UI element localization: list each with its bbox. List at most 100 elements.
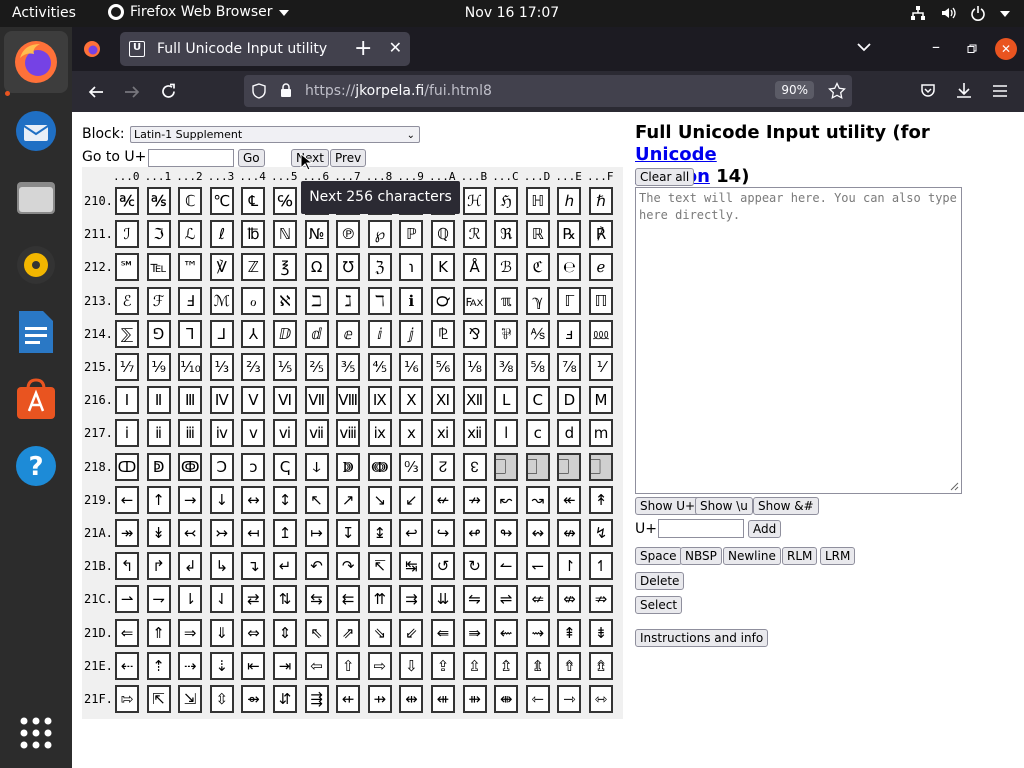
char-cell[interactable]: ⇵ [273, 685, 297, 713]
char-cell[interactable]: ℽ [525, 286, 550, 315]
char-cell[interactable]: ℂ [178, 187, 203, 215]
char-cell[interactable]: Ⅱ [146, 386, 171, 415]
char-cell[interactable]: ↪ [431, 519, 455, 547]
char-cell[interactable]: ↲ [178, 552, 203, 581]
char-cell[interactable]: ⅚ [431, 353, 455, 381]
char-cell[interactable]: Ⅿ [589, 386, 613, 415]
char-cell[interactable]: ⇁ [146, 585, 171, 614]
char-cell[interactable]: ↫ [462, 519, 487, 547]
char-cell[interactable]: ⇶ [304, 685, 329, 713]
char-cell[interactable]: ⅙ [399, 353, 424, 381]
go-button[interactable]: Go [238, 149, 265, 167]
char-cell[interactable]: ⇎ [557, 585, 582, 614]
char-cell[interactable]: Ⅵ [273, 386, 297, 415]
show-uplus-button[interactable]: Show U+ [635, 497, 701, 515]
char-cell[interactable]: ⅌ [494, 319, 519, 348]
char-cell[interactable]: ⇊ [431, 585, 455, 614]
char-cell[interactable]: ℔ [241, 220, 266, 249]
char-cell[interactable]: Ⅶ [304, 386, 329, 415]
char-cell[interactable]: Ⅎ [178, 286, 203, 315]
char-cell[interactable]: ⇕ [273, 618, 297, 647]
char-cell[interactable]: ↔ [241, 485, 266, 514]
char-cell[interactable]: ℁ [146, 187, 171, 215]
activities-button[interactable]: Activities [12, 5, 76, 21]
char-cell[interactable]: Ⅸ [367, 386, 392, 415]
char-cell[interactable]: ⇄ [241, 585, 266, 614]
instructions-button[interactable]: Instructions and info [635, 629, 769, 647]
char-cell[interactable]: ↼ [494, 552, 519, 581]
char-cell[interactable]: ⅻ [462, 419, 487, 448]
char-cell[interactable]: ⅷ [336, 419, 361, 448]
char-cell[interactable]: ⅉ [399, 319, 424, 348]
char-cell[interactable]: ⇴ [241, 685, 266, 713]
restore-icon[interactable] [967, 44, 977, 54]
char-cell[interactable]: ℡ [146, 253, 171, 282]
show-u-button[interactable]: Show \u [695, 497, 753, 515]
char-cell[interactable]: ⇍ [525, 585, 550, 614]
newline-button[interactable]: Newline [723, 547, 781, 565]
char-cell[interactable]: ↡ [146, 519, 171, 547]
char-cell[interactable]: ⇡ [146, 651, 171, 680]
char-cell[interactable]: ⇪ [431, 651, 455, 680]
dock-show-apps[interactable] [4, 702, 68, 764]
char-cell[interactable]: ℑ [146, 220, 171, 249]
char-cell[interactable]: Ⅷ [336, 386, 361, 415]
char-cell[interactable]: ⇟ [589, 618, 613, 647]
select-button[interactable]: Select [635, 596, 683, 614]
system-tray[interactable] [910, 5, 1010, 21]
pocket-icon[interactable] [920, 83, 936, 99]
delete-button[interactable]: Delete [635, 572, 685, 590]
chevron-down-icon[interactable] [857, 42, 871, 52]
char-cell[interactable]: ⇲ [178, 685, 203, 713]
char-cell[interactable]: ↢ [178, 519, 203, 547]
char-cell[interactable]: ↯ [589, 519, 613, 547]
char-cell[interactable]: ℴ [241, 286, 266, 315]
char-cell[interactable]: ⇗ [336, 618, 361, 647]
char-cell[interactable]: ⇿ [589, 685, 613, 713]
char-cell[interactable]: ℤ [241, 253, 266, 282]
hamburger-menu-icon[interactable] [992, 84, 1008, 98]
char-cell[interactable]: ℸ [367, 286, 392, 315]
char-cell[interactable]: ℱ [146, 286, 171, 315]
zoom-level-badge[interactable]: 90% [775, 81, 814, 99]
char-cell[interactable]: ⇉ [399, 585, 424, 614]
char-cell[interactable]: K [431, 253, 455, 282]
char-cell[interactable]: ⅎ [557, 319, 582, 348]
add-button[interactable]: Add [748, 520, 782, 538]
char-cell[interactable]: ↀ [115, 452, 139, 481]
dock-rhythmbox[interactable] [4, 234, 68, 296]
star-bookmark-icon[interactable] [828, 82, 846, 100]
back-icon[interactable] [88, 84, 104, 100]
lrm-button[interactable]: LRM [820, 547, 856, 565]
char-cell[interactable]: Ↄ [209, 452, 234, 481]
char-cell[interactable]: ℿ [589, 286, 613, 315]
char-cell[interactable]: ⇞ [557, 618, 582, 647]
char-cell[interactable]: ⇺ [431, 685, 455, 713]
show-amp-button[interactable]: Show &# [753, 497, 819, 515]
char-cell[interactable]: ⅀ [115, 319, 139, 348]
char-cell[interactable]: ⇑ [146, 618, 171, 647]
char-cell[interactable]: ℀ [115, 187, 139, 215]
close-icon[interactable]: ✕ [389, 38, 402, 57]
char-cell[interactable]: → [178, 485, 203, 514]
dock-thunderbird[interactable] [4, 100, 68, 162]
char-cell[interactable]: ↙ [399, 485, 424, 514]
char-cell[interactable]: ⅓ [209, 353, 234, 381]
char-cell[interactable]: ℓ [209, 220, 234, 249]
char-cell[interactable]: ℥ [273, 253, 297, 282]
char-cell[interactable]: ⇱ [146, 685, 171, 713]
char-cell[interactable]: ℞ [557, 220, 582, 249]
char-cell[interactable]: ← [115, 485, 139, 514]
char-cell[interactable]: ℙ [399, 220, 424, 249]
char-cell[interactable]: ↥ [273, 519, 297, 547]
char-cell[interactable]: ℨ [367, 253, 392, 282]
char-cell[interactable]: ℃ [209, 187, 234, 215]
char-cell[interactable]: ↈ [367, 452, 392, 481]
char-cell[interactable]: ℷ [336, 286, 361, 315]
char-cell[interactable]: ↖ [304, 485, 329, 514]
block-select[interactable]: Latin-1 Supplement ⌄ [130, 126, 420, 143]
char-cell[interactable]: ℋ [462, 187, 487, 215]
rlm-button[interactable]: RLM [782, 547, 818, 565]
char-cell[interactable]: ↇ [336, 452, 361, 481]
char-cell[interactable]: ↣ [209, 519, 234, 547]
